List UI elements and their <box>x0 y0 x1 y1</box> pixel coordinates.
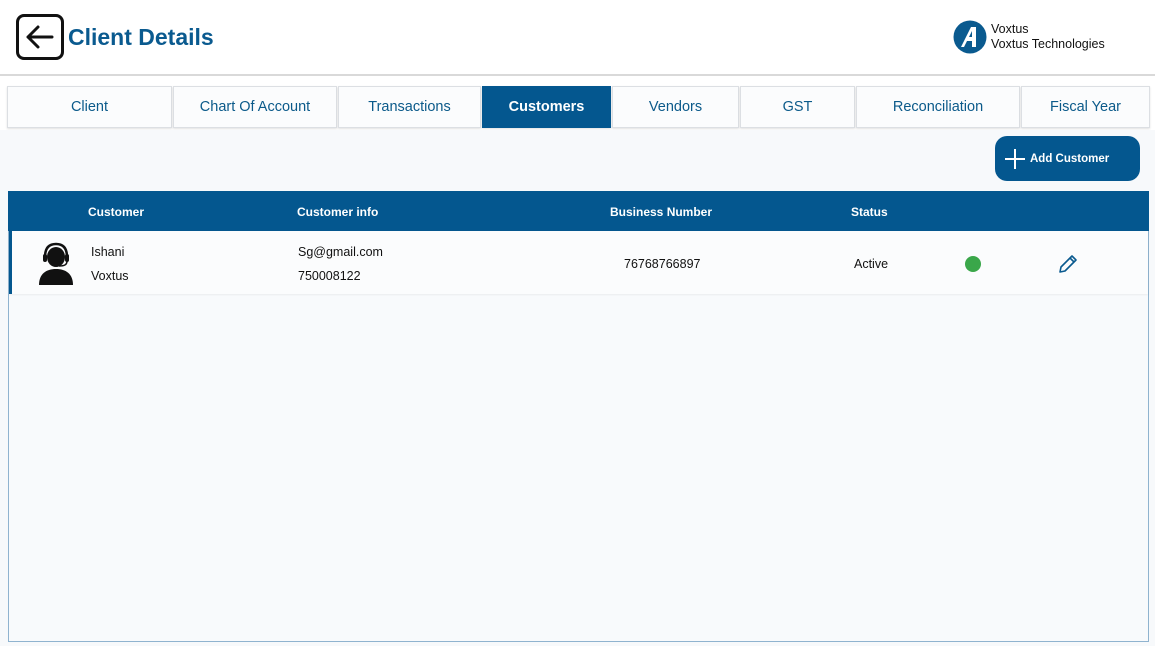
tab-reconciliation[interactable]: Reconciliation <box>856 86 1020 128</box>
tab-client[interactable]: Client <box>7 86 172 128</box>
tab-fiscal-year[interactable]: Fiscal Year <box>1021 86 1150 128</box>
voxtus-logo-icon <box>953 20 987 54</box>
brand: Voxtus Voxtus Technologies <box>953 20 1105 54</box>
tab-bar: Client Chart Of Account Transactions Cus… <box>0 86 1155 128</box>
status-dot-icon <box>965 256 981 272</box>
brand-name: Voxtus <box>991 22 1029 36</box>
tab-chart-of-account[interactable]: Chart Of Account <box>173 86 337 128</box>
app-header: Client Details Voxtus Voxtus Technologie… <box>0 0 1155 76</box>
customer-email: Sg@gmail.com <box>298 245 383 259</box>
customer-first-name: Ishani <box>91 245 125 259</box>
main-content: Add Customer Customer Customer info Busi… <box>0 130 1155 646</box>
table-header: Customer Customer info Business Number S… <box>8 191 1149 231</box>
customer-status: Active <box>854 257 889 271</box>
column-header-customer: Customer <box>88 205 145 219</box>
column-header-status: Status <box>851 205 888 219</box>
avatar-headset-icon <box>39 242 73 285</box>
back-arrow-icon <box>26 25 54 49</box>
plus-icon <box>1005 148 1025 169</box>
column-header-customer-info: Customer info <box>297 205 379 219</box>
customer-business-number: 76768766897 <box>624 257 701 271</box>
page-title: Client Details <box>68 24 214 50</box>
add-customer-button[interactable]: Add Customer <box>995 136 1140 181</box>
add-customer-label: Add Customer <box>1030 152 1110 165</box>
tab-vendors[interactable]: Vendors <box>612 86 739 128</box>
brand-company: Voxtus Technologies <box>991 37 1105 51</box>
customer-phone: 750008122 <box>298 269 361 283</box>
edit-pencil-icon[interactable] <box>1057 253 1079 275</box>
table-row[interactable]: Ishani Voxtus Sg@gmail.com 750008122 767… <box>9 231 1148 294</box>
tab-gst[interactable]: GST <box>740 86 855 128</box>
back-button[interactable] <box>16 14 64 60</box>
brand-text: Voxtus Voxtus Technologies <box>991 22 1105 52</box>
customers-table: Customer Customer info Business Number S… <box>8 191 1149 642</box>
tab-customers[interactable]: Customers <box>482 86 611 128</box>
tab-transactions[interactable]: Transactions <box>338 86 481 128</box>
column-header-business-number: Business Number <box>610 205 713 219</box>
customer-company: Voxtus <box>91 269 129 283</box>
